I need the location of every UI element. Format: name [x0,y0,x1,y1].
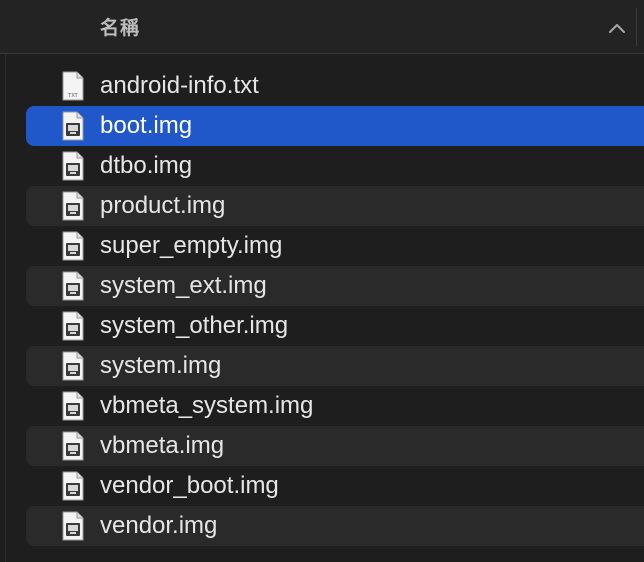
column-header: 名稱 [0,0,644,54]
finder-window: 名稱 TXT android-info.txt boot.img dtbo.img pr… [0,0,644,562]
file-list: TXT android-info.txt boot.img dtbo.img produ… [0,54,644,562]
file-name: android-info.txt [100,72,259,99]
column-divider[interactable] [636,8,637,46]
disk-image-file-icon [62,311,84,341]
disk-image-file-icon [62,351,84,381]
file-name: vbmeta_system.img [100,392,314,419]
disk-image-file-icon [62,471,84,501]
file-row[interactable]: system_other.img [26,306,644,346]
disk-image-file-icon [62,511,84,541]
file-row[interactable]: vendor_boot.img [26,466,644,506]
disk-image-file-icon [62,431,84,461]
disk-image-file-icon [62,271,84,301]
file-name: dtbo.img [100,152,193,179]
file-row[interactable]: vendor.img [26,506,644,546]
file-name: system_ext.img [100,272,267,299]
disk-image-file-icon [62,391,84,421]
svg-text:TXT: TXT [67,93,78,99]
txt-file-icon: TXT [62,71,84,101]
file-row[interactable]: product.img [26,186,644,226]
file-row[interactable]: dtbo.img [26,146,644,186]
disk-image-file-icon [62,111,84,141]
disk-image-file-icon [62,231,84,261]
disk-image-file-icon [62,191,84,221]
file-name: super_empty.img [100,232,283,259]
list-left-edge [5,54,6,562]
file-row[interactable]: vbmeta.img [26,426,644,466]
chevron-up-icon[interactable] [606,19,628,37]
disk-image-file-icon [62,151,84,181]
file-row[interactable]: system_ext.img [26,266,644,306]
file-name: product.img [100,192,226,219]
file-name: vbmeta.img [100,432,225,459]
file-name: system_other.img [100,312,289,339]
file-name: vendor_boot.img [100,472,279,499]
file-row[interactable]: super_empty.img [26,226,644,266]
file-name: vendor.img [100,512,218,539]
file-row[interactable]: system.img [26,346,644,386]
file-row[interactable]: TXT android-info.txt [26,66,644,106]
file-row[interactable]: vbmeta_system.img [26,386,644,426]
name-column-header[interactable]: 名稱 [100,13,140,40]
file-name: boot.img [100,112,193,139]
file-name: system.img [100,352,222,379]
file-row[interactable]: boot.img [26,106,644,146]
